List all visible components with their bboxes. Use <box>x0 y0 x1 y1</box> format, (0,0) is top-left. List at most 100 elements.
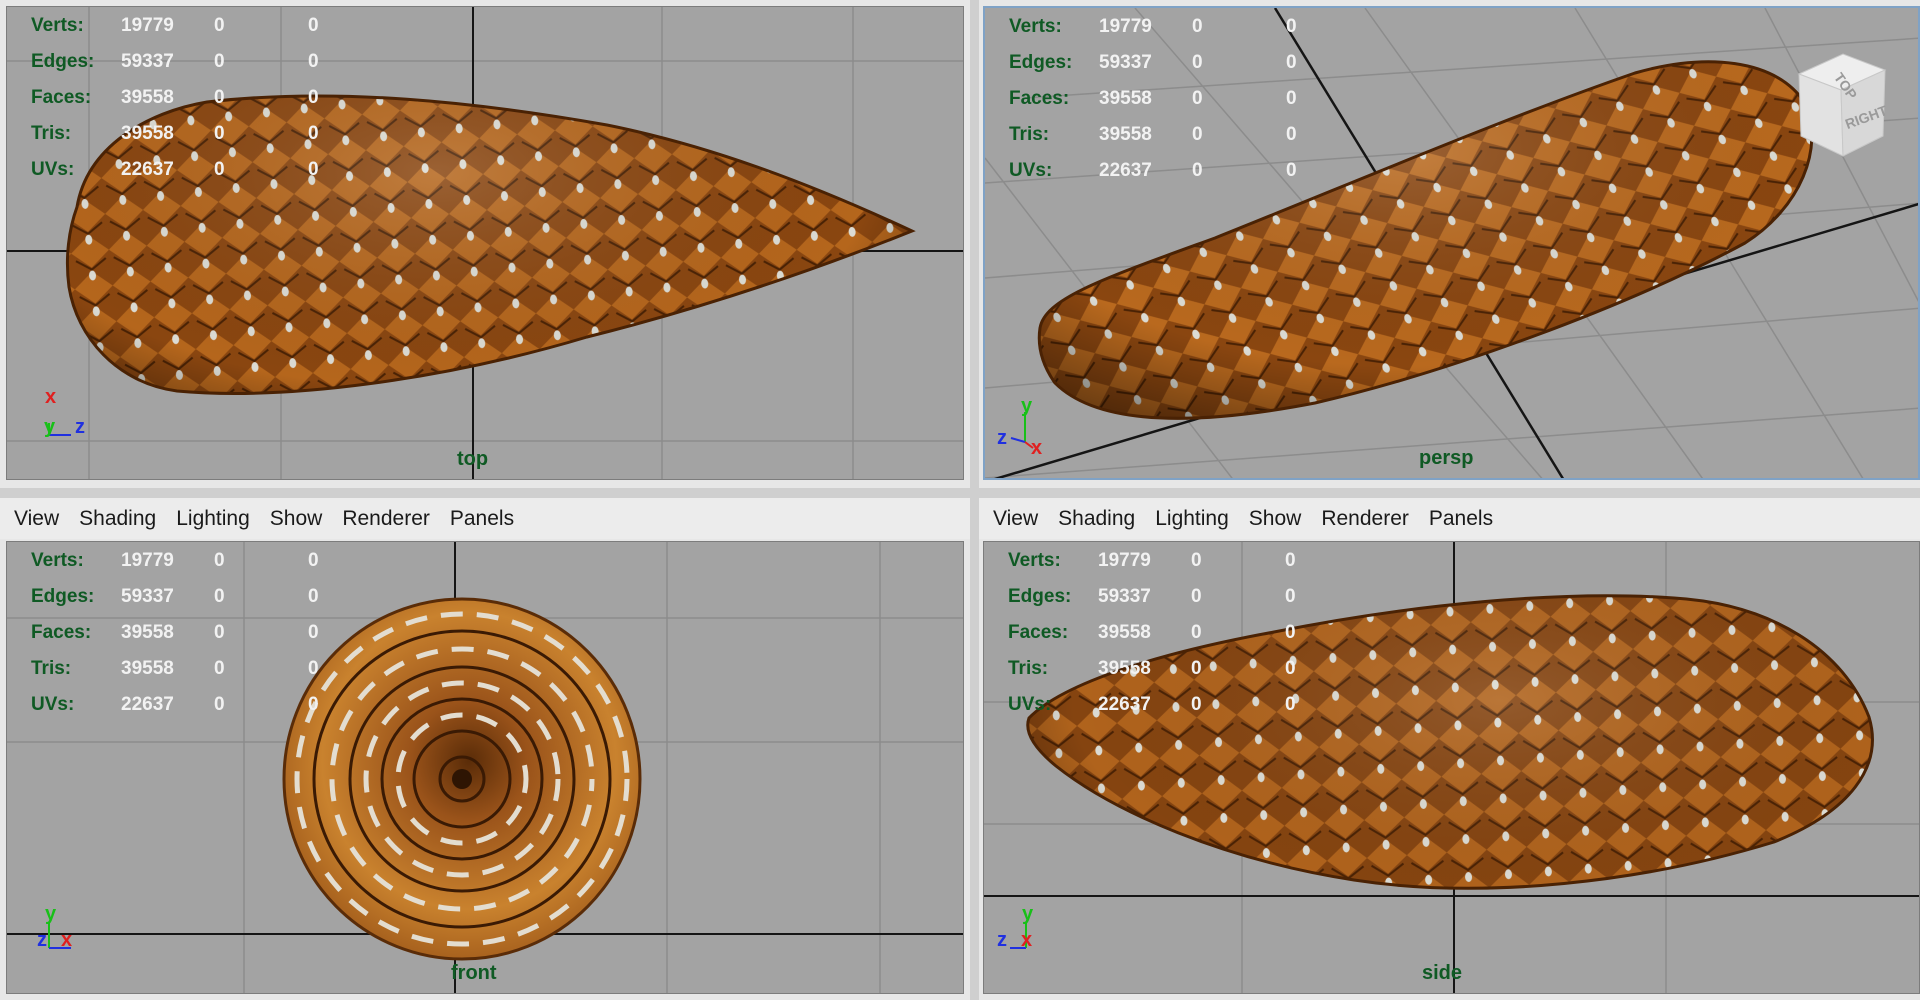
hud-selected: 0 <box>1192 52 1203 73</box>
hud-label: Verts: <box>1009 16 1062 37</box>
hud-highlighted: 0 <box>1285 622 1296 643</box>
viewport-top[interactable]: Verts: 19779 0 0 Edges: 59337 0 0 Faces: 39558 0 0 T… <box>6 6 964 480</box>
hud-highlighted: 0 <box>308 622 319 643</box>
hud-row: Verts: 19779 0 0 <box>1009 9 1346 45</box>
hud-selected: 0 <box>214 658 225 679</box>
menu-shading[interactable]: Shading <box>1058 507 1135 531</box>
hud-row: Faces: 39558 0 0 <box>31 615 368 651</box>
axis-y-label: y <box>1022 903 1034 925</box>
hud-row: Edges: 59337 0 0 <box>31 44 368 80</box>
hud-highlighted: 0 <box>308 658 319 679</box>
menu-show[interactable]: Show <box>270 507 323 531</box>
hud-row: UVs: 22637 0 0 <box>1008 687 1345 723</box>
hud-selected: 0 <box>1191 622 1202 643</box>
hud-row: Faces: 39558 0 0 <box>31 80 368 116</box>
menu-view[interactable]: View <box>993 507 1038 531</box>
hud-selected: 0 <box>214 51 225 72</box>
hud-highlighted: 0 <box>1286 88 1297 109</box>
hud-row: Tris: 39558 0 0 <box>31 116 368 152</box>
hud-label: Verts: <box>31 550 84 571</box>
menu-lighting[interactable]: Lighting <box>1155 507 1229 531</box>
poly-count-hud: Verts: 19779 0 0 Edges: 59337 0 0 Faces: 39558 0 0 T… <box>31 543 368 723</box>
hud-selected: 0 <box>214 586 225 607</box>
hud-label: UVs: <box>1009 160 1053 181</box>
axis-y-label: y <box>44 416 56 438</box>
hud-row: Tris: 39558 0 0 <box>1009 117 1346 153</box>
hud-selected: 0 <box>1192 160 1203 181</box>
menu-view[interactable]: View <box>14 507 59 531</box>
panel-menu-bar: View Shading Lighting Show Renderer Panels <box>0 498 970 539</box>
camera-label-top: top <box>457 448 489 470</box>
axis-y-label: y <box>45 903 57 925</box>
hud-row: Edges: 59337 0 0 <box>31 579 368 615</box>
hud-selected: 0 <box>214 15 225 36</box>
hud-highlighted: 0 <box>1285 550 1296 571</box>
menu-lighting[interactable]: Lighting <box>176 507 250 531</box>
menu-renderer[interactable]: Renderer <box>1321 507 1409 531</box>
hud-selected: 0 <box>1191 658 1202 679</box>
hud-label: Tris: <box>31 123 72 144</box>
axis-x-label: x <box>1031 437 1042 459</box>
hud-label: UVs: <box>31 159 75 180</box>
hud-count: 19779 <box>1099 16 1152 37</box>
camera-label-side: side <box>1422 962 1463 984</box>
hud-count: 39558 <box>121 658 174 679</box>
hud-count: 19779 <box>121 550 174 571</box>
hud-label: UVs: <box>1008 694 1052 715</box>
hud-highlighted: 0 <box>308 15 319 36</box>
axis-z-label: z <box>997 427 1007 449</box>
menu-panels[interactable]: Panels <box>1429 507 1493 531</box>
hud-label: Faces: <box>1008 622 1069 643</box>
hud-label: Tris: <box>1009 124 1050 145</box>
panel-menu-bar: View Shading Lighting Show Renderer Panels <box>979 498 1920 539</box>
menu-shading[interactable]: Shading <box>79 507 156 531</box>
menu-show[interactable]: Show <box>1249 507 1302 531</box>
hud-label: Edges: <box>1008 586 1072 607</box>
hud-label: Faces: <box>31 622 92 643</box>
axis-indicator: y z x <box>37 903 72 951</box>
hud-count: 22637 <box>1098 694 1151 715</box>
hud-count: 39558 <box>121 123 174 144</box>
axis-z-label: z <box>37 929 47 951</box>
view-cube[interactable]: TOP RIGHT <box>1785 44 1895 164</box>
hud-count: 22637 <box>121 694 174 715</box>
hud-selected: 0 <box>1192 124 1203 145</box>
hud-highlighted: 0 <box>1286 52 1297 73</box>
hud-count: 22637 <box>121 159 174 180</box>
menu-panels[interactable]: Panels <box>450 507 514 531</box>
hud-selected: 0 <box>214 123 225 144</box>
axis-z-label: z <box>997 929 1007 951</box>
viewport-side[interactable]: Verts: 19779 0 0 Edges: 59337 0 0 Faces: 39558 0 0 T… <box>983 541 1920 994</box>
hud-highlighted: 0 <box>1285 586 1296 607</box>
hud-label: UVs: <box>31 694 75 715</box>
hud-highlighted: 0 <box>308 123 319 144</box>
hud-row: Verts: 19779 0 0 <box>31 8 368 44</box>
hud-row: Verts: 19779 0 0 <box>31 543 368 579</box>
axis-indicator: y z x <box>997 903 1034 951</box>
viewport-panel-front: View Shading Lighting Show Renderer Panels <box>0 498 970 1000</box>
hud-selected: 0 <box>214 550 225 571</box>
hud-row: UVs: 22637 0 0 <box>31 687 368 723</box>
viewport-front[interactable]: Verts: 19779 0 0 Edges: 59337 0 0 Faces: 39558 0 0 T… <box>6 541 964 994</box>
hud-label: Faces: <box>31 87 92 108</box>
axis-indicator: y z x <box>997 395 1042 459</box>
hud-row: Faces: 39558 0 0 <box>1008 615 1345 651</box>
hud-row: Faces: 39558 0 0 <box>1009 81 1346 117</box>
hud-label: Faces: <box>1009 88 1070 109</box>
viewport-persp[interactable]: TOP RIGHT Verts: 19779 0 0 Edges: 59337 0 0 Face… <box>983 6 1920 480</box>
hud-selected: 0 <box>1192 88 1203 109</box>
camera-label-front: front <box>451 962 497 984</box>
hud-row: Tris: 39558 0 0 <box>31 651 368 687</box>
poly-count-hud: Verts: 19779 0 0 Edges: 59337 0 0 Faces: 39558 0 0 T… <box>1008 543 1345 723</box>
hud-count: 39558 <box>121 87 174 108</box>
menu-renderer[interactable]: Renderer <box>342 507 430 531</box>
hud-row: UVs: 22637 0 0 <box>1009 153 1346 189</box>
hud-label: Verts: <box>31 15 84 36</box>
hud-highlighted: 0 <box>308 159 319 180</box>
hud-selected: 0 <box>214 694 225 715</box>
hud-label: Tris: <box>31 658 72 679</box>
hud-label: Tris: <box>1008 658 1049 679</box>
hud-highlighted: 0 <box>308 586 319 607</box>
hud-highlighted: 0 <box>308 87 319 108</box>
axis-x-label: x <box>1021 929 1032 951</box>
